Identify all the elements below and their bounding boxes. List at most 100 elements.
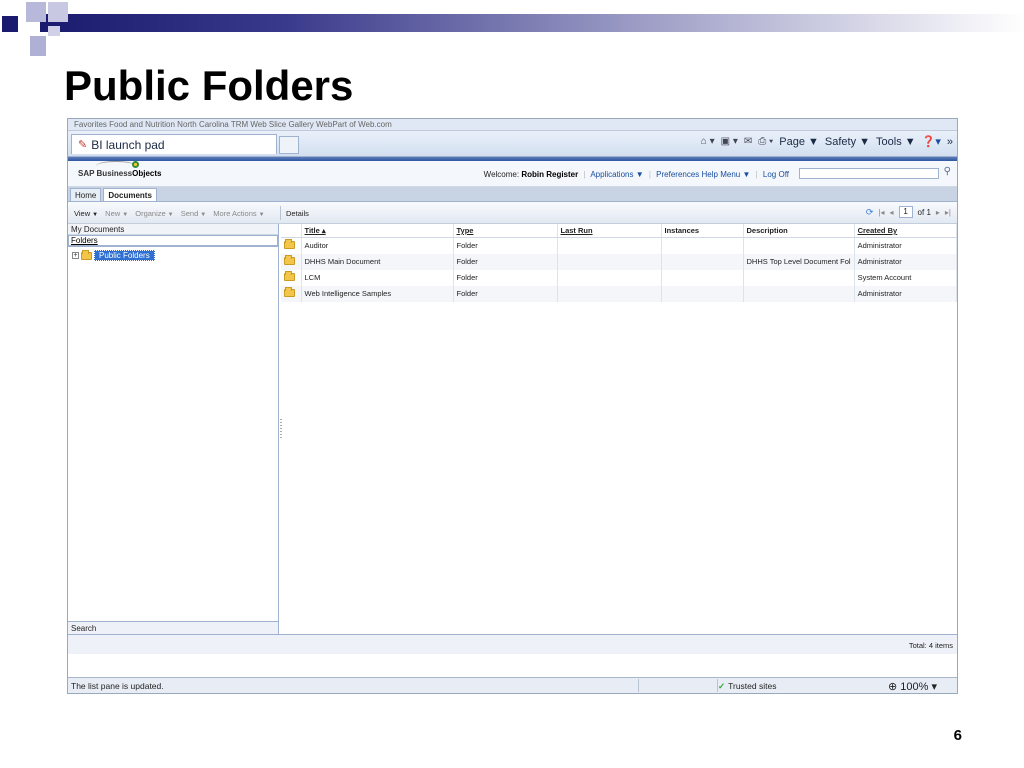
title-decoration-bar <box>40 14 1024 32</box>
browser-screenshot: Favorites Food and Nutrition North Carol… <box>67 118 958 694</box>
safety-menu[interactable]: Safety ▼ <box>825 136 870 148</box>
tools-menu[interactable]: Tools ▼ <box>876 136 916 148</box>
document-list: Title ▴ Type Last Run Instances Descript… <box>281 224 957 302</box>
table-row[interactable]: Auditor Folder Administrator <box>281 237 957 254</box>
page-menu[interactable]: Page ▼ <box>779 136 819 148</box>
folder-icon <box>284 270 295 281</box>
cell-created-by: Administrator <box>854 237 957 254</box>
cell-last-run <box>557 285 662 302</box>
home-icon[interactable]: ⌂ ▾ <box>701 136 715 147</box>
send-menu[interactable]: Send <box>181 209 199 218</box>
browser-status-bar: The list pane is updated. ✓ Trusted sites… <box>68 677 957 693</box>
cell-description <box>743 285 855 302</box>
column-last-run[interactable]: Last Run <box>557 224 662 238</box>
welcome-area: Welcome: Robin Register | Applications ▼… <box>483 170 789 179</box>
decoration-square <box>26 2 46 22</box>
user-name: Robin Register <box>521 170 579 179</box>
cell-instances <box>661 253 744 270</box>
app-header: SAP BusinessObjects Welcome: Robin Regis… <box>68 161 957 187</box>
security-zone[interactable]: ✓ Trusted sites <box>718 681 776 692</box>
cell-type: Folder <box>453 269 558 286</box>
toolbar: View ▼ New ▼ Organize ▼ Send ▼ More Actions ▼… <box>68 202 957 224</box>
expand-icon[interactable]: + <box>72 252 79 259</box>
cell-created-by: Administrator <box>854 285 957 302</box>
bi-launchpad-icon: ✎ <box>78 139 88 151</box>
cell-instances <box>661 269 744 286</box>
my-documents-header[interactable]: My Documents <box>68 224 278 235</box>
organize-menu[interactable]: Organize <box>135 209 165 218</box>
new-tab-button[interactable] <box>279 136 299 154</box>
search-icon[interactable]: ⚲ <box>944 166 951 177</box>
tab-title: BI launch pad <box>91 137 165 152</box>
first-page-icon[interactable]: |◂ <box>878 208 884 217</box>
tree-node-public-folders[interactable]: + Public Folders <box>72 249 274 261</box>
column-instances[interactable]: Instances <box>661 224 744 238</box>
cell-type: Folder <box>453 253 558 270</box>
tab-documents[interactable]: Documents <box>103 188 157 201</box>
cell-type: Folder <box>453 237 558 254</box>
welcome-label: Welcome: <box>483 170 520 179</box>
cell-description: DHHS Top Level Document Fol <box>743 253 855 270</box>
folder-tree: + Public Folders <box>68 247 278 264</box>
next-page-icon[interactable]: ▸ <box>936 208 940 217</box>
search-panel-header[interactable]: Search <box>68 621 278 634</box>
toolbar-divider <box>280 206 281 220</box>
cell-created-by: System Account <box>854 269 957 286</box>
feeds-icon[interactable]: ▣ ▾ <box>721 136 738 147</box>
page-number-input[interactable]: 1 <box>898 206 913 218</box>
table-row[interactable]: Web Intelligence Samples Folder Administ… <box>281 285 957 302</box>
folder-icon <box>284 286 295 297</box>
pager: ⟳ |◂ ◂ 1 of 1 ▸ ▸| <box>866 206 951 218</box>
slide: Public Folders Favorites Food and Nutrit… <box>0 0 1024 768</box>
cell-title[interactable]: Web Intelligence Samples <box>301 285 454 302</box>
table-row[interactable]: LCM Folder System Account <box>281 269 957 286</box>
print-icon[interactable]: ⎙ ▾ <box>758 136 773 147</box>
status-message: The list pane is updated. <box>71 681 164 691</box>
zoom-control[interactable]: ⊕ 100% ▾ <box>888 680 937 693</box>
search-input[interactable] <box>799 168 939 179</box>
left-pane: My Documents Folders + Public Folders Se… <box>68 224 279 634</box>
column-title[interactable]: Title ▴ <box>301 224 454 238</box>
column-type[interactable]: Type <box>453 224 558 238</box>
cell-instances <box>661 237 744 254</box>
applications-menu[interactable]: Applications ▼ <box>590 170 643 179</box>
browser-tab-bar: ✎ BI launch pad ⌂ ▾ ▣ ▾ ✉ ⎙ ▾ Page ▼ Saf… <box>68 131 957 157</box>
content-area: My Documents Folders + Public Folders Se… <box>68 224 957 634</box>
cell-last-run <box>557 253 662 270</box>
decoration-square <box>30 36 46 56</box>
log-off-link[interactable]: Log Off <box>763 170 789 179</box>
more-chevron-icon[interactable]: » <box>947 136 953 148</box>
tab-home[interactable]: Home <box>70 188 102 201</box>
sap-logo: SAP BusinessObjects <box>78 161 161 178</box>
view-menu[interactable]: View <box>74 209 90 218</box>
cell-instances <box>661 285 744 302</box>
new-menu[interactable]: New <box>105 209 120 218</box>
status-cells <box>638 679 718 692</box>
folders-link[interactable]: Folders <box>68 235 278 247</box>
browser-tab[interactable]: ✎ BI launch pad <box>71 134 277 154</box>
details-button[interactable]: Details <box>286 209 309 218</box>
column-description[interactable]: Description <box>743 224 855 238</box>
cell-title[interactable]: DHHS Main Document <box>301 253 454 270</box>
command-bar: ⌂ ▾ ▣ ▾ ✉ ⎙ ▾ Page ▼ Safety ▼ Tools ▼ ❓▾… <box>701 135 953 149</box>
table-row[interactable]: DHHS Main Document Folder DHHS Top Level… <box>281 253 957 270</box>
refresh-icon[interactable]: ⟳ <box>866 207 874 218</box>
help-icon[interactable]: ❓▾ <box>922 135 941 148</box>
help-menu[interactable]: Help Menu ▼ <box>702 170 751 179</box>
last-page-icon[interactable]: ▸| <box>945 208 951 217</box>
cell-description <box>743 237 855 254</box>
tree-label[interactable]: Public Folders <box>94 250 155 261</box>
nav-tabs: Home Documents <box>68 187 957 202</box>
folder-icon <box>284 238 295 249</box>
more-actions-menu[interactable]: More Actions <box>213 209 256 218</box>
zoom-icon: ⊕ <box>888 681 898 693</box>
column-created-by[interactable]: Created By <box>854 224 957 238</box>
total-items: Total: 4 items <box>68 634 957 654</box>
cell-title[interactable]: LCM <box>301 269 454 286</box>
folder-icon <box>284 254 295 265</box>
preferences-link[interactable]: Preferences <box>656 170 699 179</box>
page-count: of 1 <box>917 207 931 217</box>
prev-page-icon[interactable]: ◂ <box>890 208 894 217</box>
mail-icon[interactable]: ✉ <box>744 136 752 147</box>
cell-title[interactable]: Auditor <box>301 237 454 254</box>
